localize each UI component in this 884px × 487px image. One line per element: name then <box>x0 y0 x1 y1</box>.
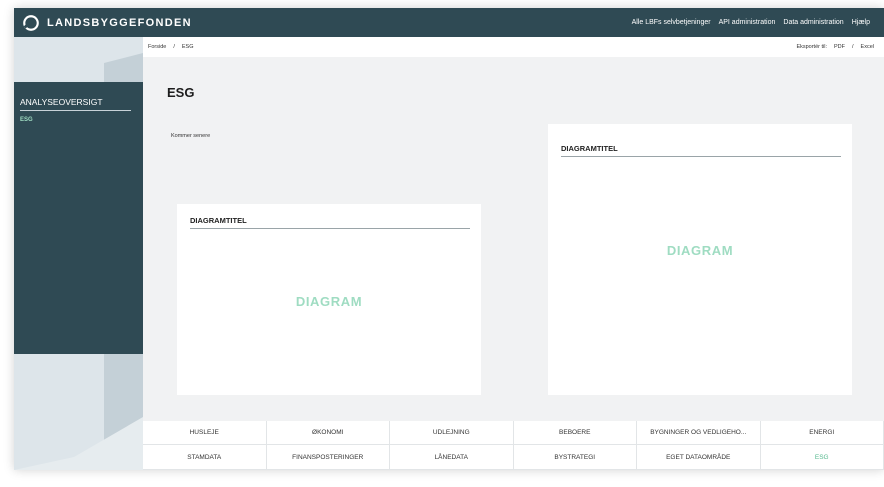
brand-logo[interactable]: LANDSBYGGEFONDEN <box>22 14 192 32</box>
page-title: ESG <box>167 85 195 100</box>
export-label: Eksportér til: <box>796 44 828 50</box>
sidebar-item-esg[interactable]: ESG <box>20 117 33 123</box>
breadcrumb-home[interactable]: Forside <box>148 44 166 50</box>
tab-bygninger[interactable]: BYGNINGER OG VEDLIGEHO... <box>637 421 761 445</box>
top-bar: LANDSBYGGEFONDEN Alle LBFs selvbetjening… <box>14 8 884 37</box>
export-pdf-link[interactable]: PDF <box>834 44 845 50</box>
sidebar: ANALYSEOVERSIGT ESG <box>14 82 143 354</box>
brand-logo-icon <box>23 14 39 31</box>
export-excel-link[interactable]: Excel <box>861 44 874 50</box>
nav-data-administration[interactable]: Data administration <box>783 19 843 26</box>
tab-esg[interactable]: ESG <box>760 445 884 470</box>
sidebar-title: ANALYSEOVERSIGT <box>20 97 131 111</box>
nav-self-service[interactable]: Alle LBFs selvbetjeninger <box>632 19 711 26</box>
nav-help[interactable]: Hjælp <box>852 19 870 26</box>
brand-name: LANDSBYGGEFONDEN <box>47 16 192 29</box>
breadcrumb-current: ESG <box>181 44 194 50</box>
app-window: LANDSBYGGEFONDEN Alle LBFs selvbetjening… <box>14 8 884 470</box>
tab-energi[interactable]: ENERGI <box>760 421 884 445</box>
diagram-placeholder: DIAGRAM <box>666 243 734 258</box>
tab-finansposteringer[interactable]: FINANSPOSTERINGER <box>266 445 390 470</box>
top-navigation: Alle LBFs selvbetjeninger API administra… <box>632 8 870 37</box>
diagram-card-left: DIAGRAMTITEL DIAGRAM <box>177 204 481 395</box>
diagram-placeholder: DIAGRAM <box>295 294 363 309</box>
nav-api-administration[interactable]: API administration <box>719 19 776 26</box>
tab-beboere[interactable]: BEBOERE <box>513 421 637 445</box>
analysis-tabs: HUSLEJE ØKONOMI UDLEJNING BEBOERE BYGNIN… <box>143 421 884 470</box>
diagram-card-title: DIAGRAMTITEL <box>561 144 841 157</box>
export-options: Eksportér til: PDF / Excel <box>796 37 874 57</box>
breadcrumb-bar: Forside / ESG Eksportér til: PDF / Excel <box>143 37 884 57</box>
breadcrumb: Forside / ESG <box>148 44 194 50</box>
page-note: Kommer senere <box>171 133 211 139</box>
tab-lanedata[interactable]: LÅNEDATA <box>390 445 514 470</box>
tab-udlejning[interactable]: UDLEJNING <box>390 421 514 445</box>
tab-okonomi[interactable]: ØKONOMI <box>266 421 390 445</box>
tab-husleje[interactable]: HUSLEJE <box>143 421 267 445</box>
export-separator: / <box>852 44 854 50</box>
breadcrumb-separator: / <box>173 44 175 50</box>
diagram-card-title: DIAGRAMTITEL <box>190 216 470 229</box>
main-content: Forside / ESG Eksportér til: PDF / Excel… <box>143 37 884 421</box>
tab-eget-dataomrade[interactable]: EGET DATAOMRÅDE <box>637 445 761 470</box>
tab-stamdata[interactable]: STAMDATA <box>143 445 267 470</box>
tab-bystrategi[interactable]: BYSTRATEGI <box>513 445 637 470</box>
diagram-card-right: DIAGRAMTITEL DIAGRAM <box>548 124 852 395</box>
